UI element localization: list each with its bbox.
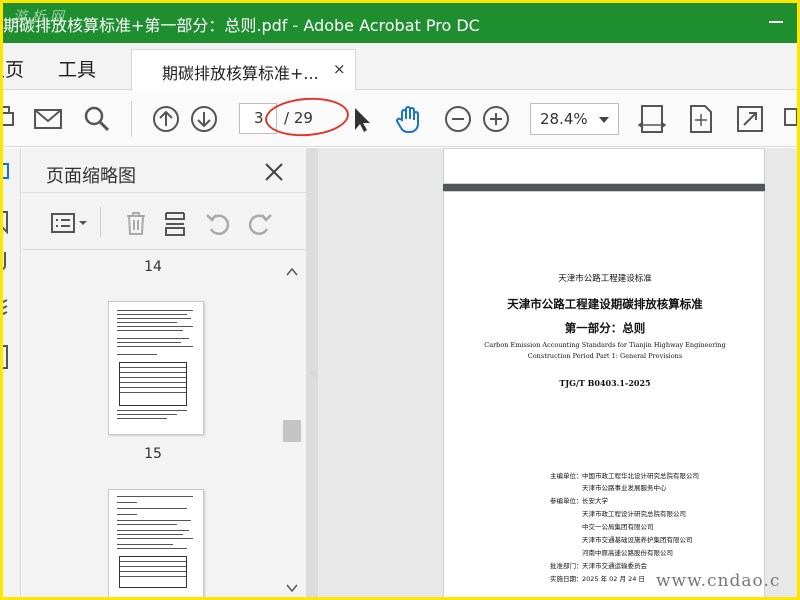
scroll-up-icon[interactable] xyxy=(286,266,298,278)
page-options-icon[interactable] xyxy=(50,209,90,237)
org-value: 中国市政工程华北设计研究总院有限公司 xyxy=(582,472,699,480)
fit-page-icon[interactable] xyxy=(685,103,717,135)
fit-width-icon[interactable] xyxy=(636,103,668,135)
scroll-down-icon[interactable] xyxy=(286,582,298,594)
menu-home[interactable]: 主页 xyxy=(3,55,24,82)
select-cursor-icon[interactable] xyxy=(345,103,377,135)
delete-icon[interactable] xyxy=(122,209,150,237)
close-icon[interactable] xyxy=(262,160,286,184)
collapse-left-icon[interactable] xyxy=(310,368,316,378)
rotate-left-icon[interactable] xyxy=(204,209,232,237)
page-thumbnail[interactable] xyxy=(108,489,204,597)
org-label: 参编单位： xyxy=(550,497,583,505)
tab-close-icon[interactable]: × xyxy=(333,60,346,78)
zoom-out-icon[interactable] xyxy=(442,103,474,135)
page-number-label: 14 xyxy=(144,259,162,275)
doc-header: 天津市公路工程建设标准 xyxy=(558,274,652,284)
full-screen-icon[interactable] xyxy=(734,103,766,135)
current-page-view: 天津市公路工程建设标准 天津市公路工程建设期碳排放核算标准 第一部分：总则 Ca… xyxy=(443,191,765,597)
org-value: 天津市交通基础设施养护集团有限公司 xyxy=(582,536,693,544)
panel-title: 页面缩略图 xyxy=(46,166,136,187)
more-tools-icon[interactable] xyxy=(781,103,797,135)
rotate-right-icon[interactable] xyxy=(246,209,274,237)
org-value: 天津市交通运输委员会 xyxy=(582,562,647,570)
org-value: 天津市公路事业发展服务中心 xyxy=(582,484,667,492)
tab-bar: 主页 工具 期碳排放核算标准+... × xyxy=(3,43,797,91)
next-page-icon[interactable] xyxy=(188,103,220,135)
document-gutter xyxy=(318,148,443,597)
org-label: 主编单位： xyxy=(550,472,583,480)
watermark-bottom: www.cndao.c xyxy=(656,571,781,591)
acrobat-window: 期碳排放核算标准+第一部分：总则.pdf - Adobe Acrobat Pro… xyxy=(3,3,797,597)
org-value: 河南中原高速公路股份有限公司 xyxy=(582,549,673,557)
page-number-label: 15 xyxy=(144,446,162,462)
highlight-oval xyxy=(263,95,351,139)
org-value: 中交一公局集团有限公司 xyxy=(582,523,654,531)
bookmarks-nav-icon[interactable] xyxy=(3,210,11,234)
hand-tool-icon[interactable] xyxy=(393,103,425,135)
toolbar-separator xyxy=(131,101,132,137)
previous-page-view xyxy=(443,148,765,184)
doc-title: 天津市公路工程建设期碳排放核算标准 xyxy=(507,297,703,311)
panel-collapse-strip[interactable] xyxy=(306,148,318,597)
panel-toolbar-separator xyxy=(100,207,101,237)
doc-english-title-1: Carbon Emission Accounting Standards for… xyxy=(484,341,726,349)
org-value: 天津市政工程设计研究总院有限公司 xyxy=(582,510,686,518)
chevron-down-icon xyxy=(599,117,609,123)
thumbnails-panel: 页面缩略图 14 15 xyxy=(22,148,310,597)
menu-tools[interactable]: 工具 xyxy=(58,55,96,82)
document-tab[interactable]: 期碳排放核算标准+... × xyxy=(131,49,356,91)
attachments-nav-icon[interactable] xyxy=(3,250,11,274)
signatures-nav-icon[interactable] xyxy=(3,344,11,370)
title-bar: 期碳排放核算标准+第一部分：总则.pdf - Adobe Acrobat Pro… xyxy=(3,3,797,43)
watermark-top: 游 析 网 xyxy=(13,9,64,25)
print-icon[interactable] xyxy=(3,103,21,135)
thumbnail-list: 14 15 xyxy=(22,251,284,597)
zoom-dropdown[interactable]: 28.4% xyxy=(530,103,619,135)
zoom-value: 28.4% xyxy=(540,110,588,128)
thumbnails-nav-icon[interactable] xyxy=(3,162,11,180)
scrollbar-thumb[interactable] xyxy=(283,420,301,442)
email-icon[interactable] xyxy=(32,103,64,135)
insert-page-icon[interactable] xyxy=(161,209,189,237)
navigation-rail xyxy=(3,148,21,597)
org-label: 批准部门： xyxy=(550,562,583,570)
doc-english-title-2: Construction Period Part 1: General Prov… xyxy=(527,352,683,360)
minimize-button[interactable] xyxy=(769,21,783,23)
zoom-in-icon[interactable] xyxy=(480,103,512,135)
doc-subtitle: 第一部分：总则 xyxy=(564,321,646,335)
doc-code: TJG/T B0403.1-2025 xyxy=(559,378,651,388)
panel-toolbar xyxy=(22,192,310,250)
org-value: 2025 年 02 月 24 日 xyxy=(582,575,645,583)
document-tab-label: 期碳排放核算标准+... xyxy=(162,64,319,83)
document-gutter-right xyxy=(765,148,797,597)
toolbar: 3 / 29 28.4% xyxy=(3,91,797,147)
org-label: 实施日期： xyxy=(550,575,583,583)
window-title: 期碳排放核算标准+第一部分：总则.pdf - Adobe Acrobat Pro… xyxy=(3,16,480,35)
search-icon[interactable] xyxy=(81,103,113,135)
previous-page-icon[interactable] xyxy=(150,103,182,135)
page-thumbnail[interactable] xyxy=(108,301,204,435)
layers-nav-icon[interactable] xyxy=(3,298,11,322)
org-value: 长安大学 xyxy=(582,497,608,505)
